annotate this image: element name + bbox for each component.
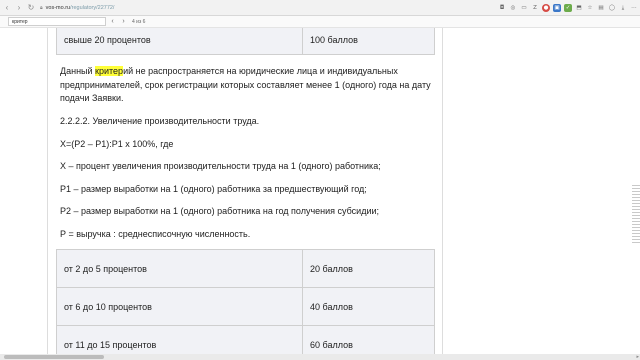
table-row: от 6 до 10 процентов 40 баллов	[56, 287, 435, 326]
url-host: vos-mo.ru	[45, 4, 71, 11]
document-content: свыше 20 процентов 100 баллов Данный кри…	[47, 28, 443, 360]
globe-icon[interactable]: ◎	[509, 4, 517, 12]
url-path: /regulatory/22772/	[70, 4, 115, 11]
leaf-extension-icon[interactable]: ✓	[564, 4, 572, 12]
section-heading: 2.2.2.2. Увеличение производительности т…	[60, 116, 260, 126]
definition-line: Р = выручка : среднесписочную численност…	[60, 229, 251, 239]
find-input[interactable]: критер	[8, 17, 106, 26]
definition-line: Х – процент увеличения производительност…	[60, 161, 381, 171]
find-next-icon[interactable]: ›	[119, 17, 128, 26]
horizontal-scrollbar[interactable]: ▸	[0, 354, 640, 360]
find-match-count: 4 из 6	[132, 18, 146, 25]
forward-icon[interactable]: ›	[14, 2, 24, 14]
definition-line: Р1 – размер выработки на 1 (одного) рабо…	[60, 184, 367, 194]
table-cell: 40 баллов	[302, 287, 435, 326]
find-bar: критер ‹ › 4 из 6	[0, 16, 640, 28]
z-extension-icon[interactable]: Z	[531, 4, 539, 12]
table-row: от 2 до 5 процентов 20 баллов	[56, 249, 435, 288]
back-icon[interactable]: ‹	[2, 2, 12, 14]
search-highlight: критер	[95, 66, 124, 76]
translate-extension-icon[interactable]: ▣	[553, 4, 561, 12]
reload-icon[interactable]: ↻	[26, 2, 36, 14]
address-bar[interactable]: 🔒︎ vos-mo.ru/regulatory/22772/	[40, 2, 440, 13]
text: Данный	[60, 66, 96, 76]
extensions-area: ◘ ◎ ▭ Z ● ▣ ✓ ⬒ ☆ ▤ ◯ ⤓ ⋯	[498, 2, 638, 14]
definition-line: Р2 – размер выработки на 1 (одного) рабо…	[60, 206, 380, 216]
table-cell: от 6 до 10 процентов	[56, 287, 303, 326]
find-previous-icon[interactable]: ‹	[108, 17, 117, 26]
menu-icon[interactable]: ⋯	[630, 4, 638, 12]
top-table: свыше 20 процентов 100 баллов	[56, 28, 435, 55]
share-icon[interactable]: ⬒	[575, 4, 583, 12]
scroll-right-icon[interactable]: ▸	[636, 354, 639, 360]
table-cell: 20 баллов	[302, 249, 435, 288]
formula-line: Х=(Р2 – Р1):Р1 х 100%, где	[60, 139, 174, 149]
camera-icon[interactable]: ◘	[498, 4, 506, 12]
record-extension-icon[interactable]: ●	[542, 4, 550, 12]
collections-icon[interactable]: ▤	[597, 4, 605, 12]
table-cell: от 2 до 5 процентов	[56, 249, 303, 288]
table-cell: 100 баллов	[302, 28, 435, 55]
lock-icon: 🔒︎	[40, 4, 43, 11]
table-cell: свыше 20 процентов	[56, 28, 303, 55]
productivity-score-table: от 2 до 5 процентов 20 баллов от 6 до 10…	[56, 249, 435, 360]
table-row: свыше 20 процентов 100 баллов	[56, 28, 435, 55]
screen-icon[interactable]: ▭	[520, 4, 528, 12]
scrollbar-thumb[interactable]	[4, 355, 104, 359]
paragraph-exclusion: Данный критерий не распространяется на ю…	[60, 65, 434, 106]
bookmark-star-icon[interactable]: ☆	[586, 4, 594, 12]
browser-toolbar: ‹ › ↻ 🔒︎ vos-mo.ru/regulatory/22772/ ◘ ◎…	[0, 0, 640, 16]
scroll-marker-strip	[632, 185, 640, 245]
browser-window: ‹ › ↻ 🔒︎ vos-mo.ru/regulatory/22772/ ◘ ◎…	[0, 0, 640, 360]
download-icon[interactable]: ⤓	[619, 4, 627, 12]
profile-icon[interactable]: ◯	[608, 4, 616, 12]
